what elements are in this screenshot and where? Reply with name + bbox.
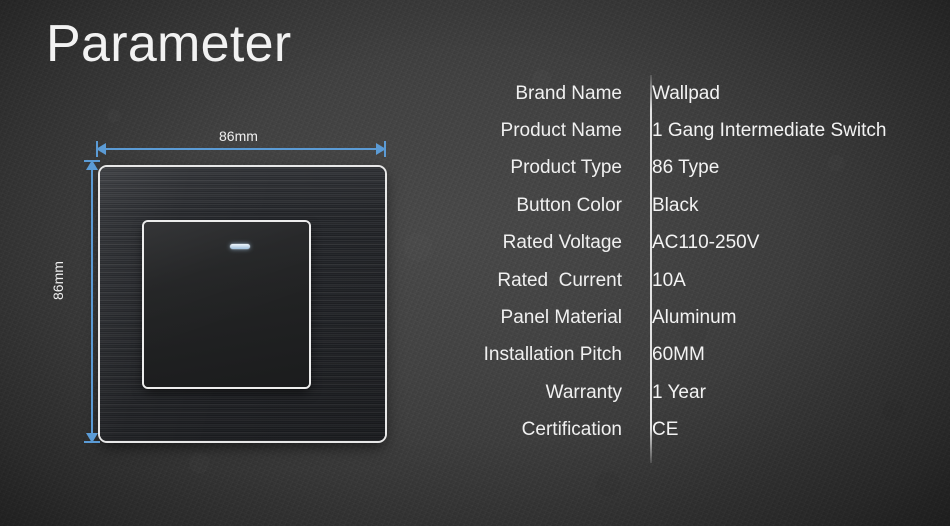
spec-value: Aluminum	[652, 307, 737, 329]
parameter-spec-banner: Parameter 86mm 86mm Brand Name Wallpad P…	[0, 0, 950, 526]
specification-table: Brand Name Wallpad Product Name 1 Gang I…	[440, 75, 950, 463]
product-dimension-figure: 86mm 86mm	[0, 0, 470, 526]
spec-label: Product Type	[510, 157, 622, 179]
spec-label: Certification	[521, 419, 622, 441]
spec-value: 1 Year	[652, 381, 706, 403]
rocker-gloss-overlay	[144, 222, 309, 387]
table-row: Rated Current 10A	[440, 262, 950, 299]
table-row: Certification CE	[440, 412, 950, 449]
spec-value: 86 Type	[652, 157, 720, 179]
table-row: Button Color Black	[440, 187, 950, 224]
width-dimension-label: 86mm	[219, 128, 258, 144]
wall-switch-panel	[100, 167, 385, 441]
table-row: Brand Name Wallpad	[440, 75, 950, 112]
table-row: Installation Pitch 60MM	[440, 337, 950, 374]
spec-label: Rated Voltage	[502, 232, 622, 254]
spec-label: Panel Material	[500, 307, 622, 329]
spec-label: Brand Name	[515, 82, 622, 104]
spec-value: 10A	[652, 269, 686, 291]
spec-value: AC110-250V	[652, 232, 760, 254]
table-row: Product Name 1 Gang Intermediate Switch	[440, 112, 950, 149]
spec-label: Rated Current	[497, 269, 622, 291]
spec-value: CE	[652, 419, 679, 441]
spec-label: Button Color	[516, 194, 622, 216]
spec-label: Warranty	[545, 381, 622, 403]
table-row: Product Type 86 Type	[440, 150, 950, 187]
width-dimension-arrow	[96, 143, 386, 155]
spec-label: Product Name	[500, 120, 622, 142]
table-row: Warranty 1 Year	[440, 374, 950, 411]
table-row: Panel Material Aluminum	[440, 299, 950, 336]
height-dimension-arrow	[86, 160, 98, 443]
indicator-led	[229, 244, 250, 250]
spec-value: Wallpad	[652, 82, 720, 104]
height-dimension-label: 86mm	[50, 261, 66, 300]
table-row: Rated Voltage AC110-250V	[440, 225, 950, 262]
spec-value: Black	[652, 194, 699, 216]
switch-rocker-button	[144, 222, 309, 387]
spec-value: 1 Gang Intermediate Switch	[652, 120, 887, 142]
spec-value: 60MM	[652, 344, 705, 366]
spec-label: Installation Pitch	[483, 344, 622, 366]
